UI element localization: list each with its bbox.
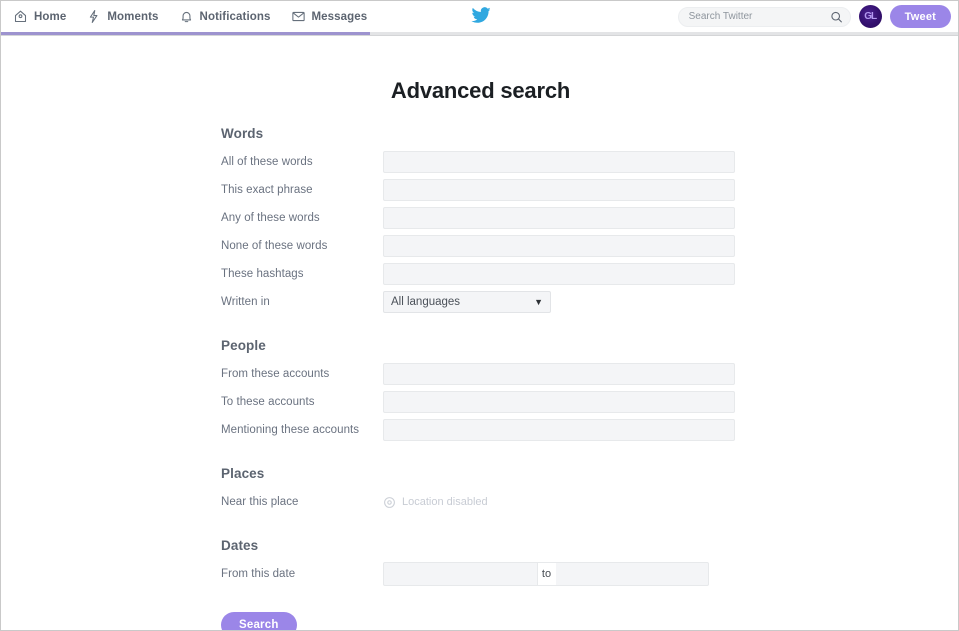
chevron-down-icon: ▼ (534, 296, 543, 307)
from-these-accounts-input[interactable] (383, 363, 735, 385)
tweet-button[interactable]: Tweet (889, 5, 951, 28)
all-of-these-words-input[interactable] (383, 151, 735, 173)
field-row-near-this-place: Near this place Location disabled (221, 488, 958, 516)
nav-item-home[interactable]: Home (13, 1, 66, 32)
section-words: Words All of these words This exact phra… (221, 126, 958, 316)
field-label: These hashtags (221, 268, 304, 280)
avatar[interactable]: GL (858, 5, 882, 28)
field-label: Mentioning these accounts (221, 424, 360, 436)
twitter-logo[interactable] (470, 7, 491, 24)
page-content: Advanced search Words All of these words… (1, 36, 958, 630)
mentioning-these-accounts-input[interactable] (383, 419, 735, 441)
section-heading: People (221, 338, 266, 353)
date-to-input[interactable] (555, 562, 709, 586)
nav-item-label: Messages (311, 10, 368, 23)
language-select-value: All languages (391, 296, 461, 308)
avatar-initials: GL (864, 11, 877, 22)
location-status-text: Location disabled (402, 496, 488, 508)
envelope-icon (291, 9, 306, 24)
nav-item-messages[interactable]: Messages (291, 1, 368, 32)
field-label: From this date (221, 568, 296, 580)
nav-item-label: Moments (107, 10, 159, 23)
none-of-these-words-input[interactable] (383, 235, 735, 257)
field-row-this-exact-phrase: This exact phrase (221, 176, 958, 204)
nav-item-label: Notifications (199, 10, 271, 23)
field-label: Any of these words (221, 212, 320, 224)
date-range-group: to (383, 562, 709, 586)
section-dates: Dates From this date to (221, 538, 958, 588)
field-row-these-hashtags: These hashtags (221, 260, 958, 288)
field-label: None of these words (221, 240, 328, 252)
section-heading: Words (221, 126, 264, 141)
twitter-bird-icon (470, 7, 491, 24)
search-input[interactable] (688, 11, 826, 22)
these-hashtags-input[interactable] (383, 263, 735, 285)
field-label: To these accounts (221, 396, 315, 408)
page-title: Advanced search (390, 78, 571, 103)
section-heading: Dates (221, 538, 259, 553)
location-status[interactable]: Location disabled (383, 496, 488, 509)
date-separator-label: to (537, 562, 556, 586)
section-heading: Places (221, 466, 265, 481)
nav-item-moments[interactable]: Moments (86, 1, 158, 32)
this-exact-phrase-input[interactable] (383, 179, 735, 201)
field-row-all-of-these-words: All of these words (221, 148, 958, 176)
location-pin-icon (383, 496, 396, 509)
field-label: Written in (221, 296, 270, 308)
field-label: Near this place (221, 496, 299, 508)
any-of-these-words-input[interactable] (383, 207, 735, 229)
language-select[interactable]: All languages ▼ (383, 291, 551, 313)
field-label: All of these words (221, 156, 313, 168)
field-row-any-of-these-words: Any of these words (221, 204, 958, 232)
section-people: People From these accounts To these acco… (221, 338, 958, 444)
nav-item-notifications[interactable]: Notifications (179, 1, 271, 32)
nav-item-label: Home (34, 10, 67, 23)
date-from-input[interactable] (383, 562, 538, 586)
advanced-search-form: Words All of these words This exact phra… (1, 126, 958, 630)
field-row-none-of-these-words: None of these words (221, 232, 958, 260)
field-row-mentioning-these-accounts: Mentioning these accounts (221, 416, 958, 444)
bell-icon (179, 9, 194, 24)
lightning-icon (86, 9, 101, 24)
home-icon (13, 9, 28, 24)
to-these-accounts-input[interactable] (383, 391, 735, 413)
nav-right-cluster: GL Tweet (677, 1, 951, 32)
search-submit-button[interactable]: Search (221, 612, 297, 630)
top-navigation-bar: Home Moments Notifications Messages Sear… (1, 1, 958, 32)
twitter-advanced-search-page: Home Moments Notifications Messages Sear… (0, 0, 959, 631)
nav-primary-links: Home Moments Notifications Messages (1, 1, 367, 32)
field-row-from-these-accounts: From these accounts (221, 360, 958, 388)
field-row-from-this-date: From this date to (221, 560, 958, 588)
field-label: From these accounts (221, 368, 330, 380)
field-row-written-in: Written in All languages ▼ (221, 288, 958, 316)
field-label: This exact phrase (221, 184, 313, 196)
search-icon[interactable] (830, 10, 843, 23)
section-places: Places Near this place Location disabled (221, 466, 958, 516)
field-row-to-these-accounts: To these accounts (221, 388, 958, 416)
search-container[interactable] (677, 6, 851, 27)
